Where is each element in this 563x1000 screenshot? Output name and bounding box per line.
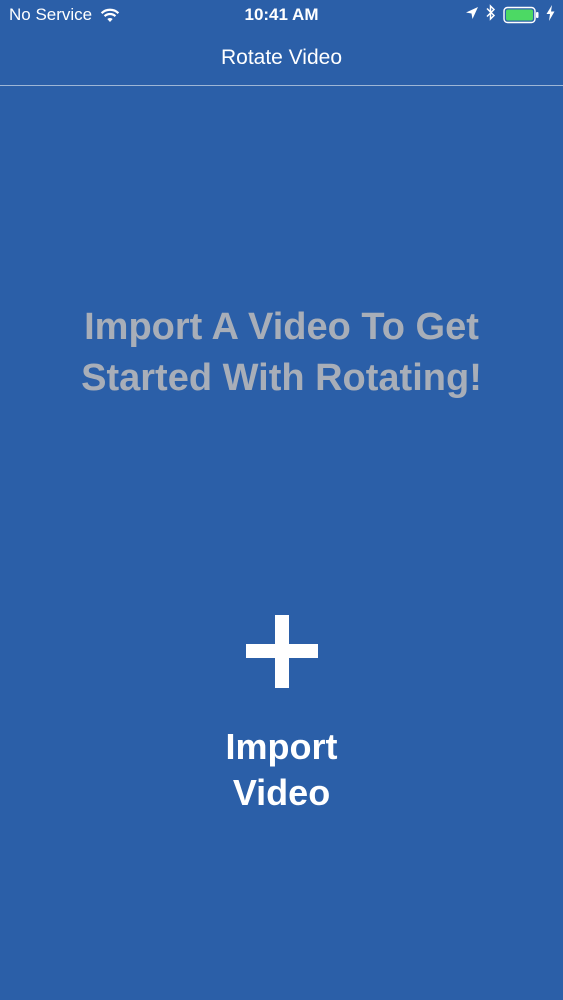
- import-video-label[interactable]: Import Video: [181, 724, 382, 816]
- charging-bolt-icon: [546, 4, 555, 26]
- empty-state-message: Import A Video To Get Started With Rotat…: [20, 302, 543, 404]
- status-right: [458, 4, 555, 26]
- import-video-button[interactable]: Import Video: [181, 610, 382, 820]
- status-bar: No Service 10:41 AM: [0, 0, 563, 30]
- battery-icon: [503, 6, 539, 24]
- page-title: Rotate Video: [220, 46, 343, 69]
- plus-icon[interactable]: [246, 615, 318, 688]
- import-label-line-1[interactable]: Import: [181, 724, 382, 770]
- empty-state-line-1: Import A Video To Get: [84, 306, 479, 348]
- bluetooth-icon: [486, 4, 496, 26]
- import-label-line-2[interactable]: Video: [181, 770, 382, 816]
- location-arrow-icon: [465, 5, 479, 25]
- navigation-bar: Rotate Video: [0, 30, 563, 86]
- empty-state-line-2: Started With Rotating!: [81, 357, 482, 399]
